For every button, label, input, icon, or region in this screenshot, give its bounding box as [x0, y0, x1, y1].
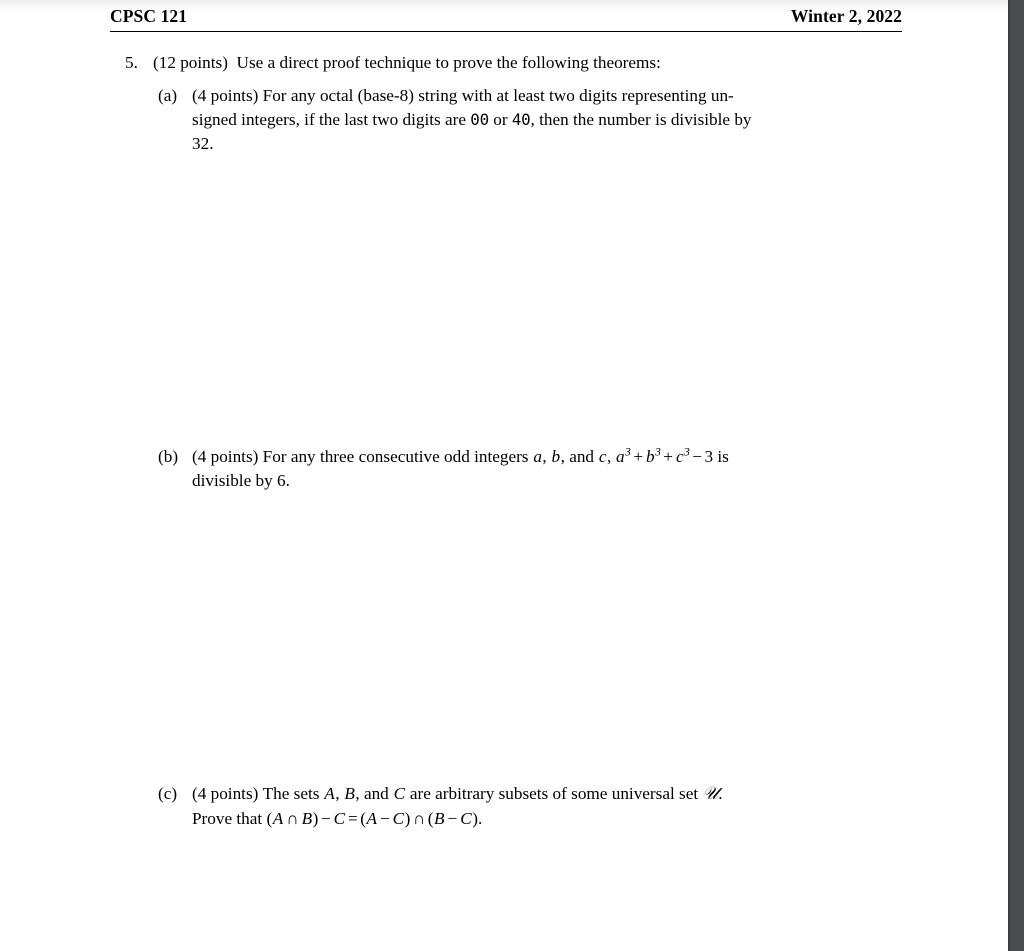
math-exponent-c: 3	[684, 446, 690, 459]
subpart-c-line2: Prove that (A ∩ B) − C = (A − C) ∩ (B − C).	[192, 807, 904, 831]
subpart-b-sep1: ,	[542, 447, 551, 466]
subpart-b-row: (b) (4 points) For any three consecutive…	[158, 445, 904, 493]
subpart-c-period: .	[718, 784, 723, 803]
subpart-a-text: (4 points) For any octal (base-8) string…	[192, 84, 904, 156]
eq-minus-2: −	[379, 808, 390, 828]
subpart-a-line2: signed integers, if the last two digits …	[192, 108, 904, 132]
header-divider-rule	[110, 31, 902, 32]
subpart-c-trail: are arbitrary subsets of some universal …	[405, 784, 703, 803]
math-constant-3: 3	[704, 447, 714, 466]
eq-rhs2-set-B: B	[434, 808, 445, 828]
subpart-a-digits-00: 00	[470, 110, 489, 130]
subpart-c-label: (c)	[158, 784, 178, 803]
subpart-b-lead: For any three consecutive odd integers	[262, 447, 533, 466]
document-page: CPSC 121 Winter 2, 2022 5. (12 points) U…	[0, 0, 1008, 951]
subpart-c-sep1: ,	[335, 784, 344, 803]
header-term-label: Winter 2, 2022	[790, 6, 902, 26]
eq-minus-3: −	[447, 808, 458, 828]
subpart-a-line1: For any octal (base-8) string with at le…	[262, 86, 734, 105]
eq-minus-1: −	[320, 808, 331, 828]
math-plus-2: +	[663, 447, 673, 466]
question-5: 5. (12 points) Use a direct proof techni…	[125, 51, 915, 75]
question-statement: (12 points) Use a direct proof technique…	[153, 51, 915, 75]
subpart-a-row: (a) (4 points) For any octal (base-8) st…	[158, 84, 904, 156]
set-C: C	[393, 784, 406, 803]
subpart-c-lead: The sets	[262, 784, 324, 803]
question-5-row: 5. (12 points) Use a direct proof techni…	[125, 51, 915, 75]
viewer-right-gutter	[1008, 0, 1024, 951]
subpart-a-label: (a)	[158, 86, 178, 105]
question-prompt: Use a direct proof technique to prove th…	[236, 53, 661, 72]
math-exponent-b: 3	[655, 446, 661, 459]
math-term-b: b	[646, 447, 655, 466]
subpart-b-trail: is	[713, 447, 729, 466]
universal-set-symbol: 𝒰	[702, 784, 719, 804]
math-expression-cubes: a3 + b3 + c3−3	[616, 446, 714, 466]
math-exponent-a: 3	[625, 446, 631, 459]
subpart-b-text: (4 points) For any three consecutive odd…	[192, 445, 904, 493]
subpart-b-label: (b)	[158, 447, 179, 466]
answer-space-a	[158, 152, 904, 440]
math-term-a: a	[616, 447, 625, 466]
subpart-b: (b) (4 points) For any three consecutive…	[158, 445, 904, 493]
eq-rhs2-open-paren: (	[427, 808, 434, 828]
math-minus: −	[692, 447, 702, 466]
subpart-b-points: (4 points)	[192, 447, 259, 466]
math-var-c: c	[598, 447, 607, 466]
math-term-c: c	[675, 447, 684, 466]
subpart-a-points: (4 points)	[192, 86, 259, 105]
math-var-a: a	[533, 447, 542, 466]
eq-lhs-set-C: C	[333, 808, 346, 828]
subpart-c-text: (4 points) The sets A, B, and C are arbi…	[192, 782, 904, 831]
subpart-a: (a) (4 points) For any octal (base-8) st…	[158, 84, 904, 156]
question-points: (12 points)	[153, 53, 228, 72]
eq-rhs2-set-C: C	[460, 808, 472, 828]
subpart-b-sep3: ,	[606, 447, 616, 466]
set-equation: (A ∩ B) − C = (A − C) ∩ (B − C).	[266, 809, 482, 828]
eq-period: .	[477, 808, 483, 828]
subpart-c-sep2: , and	[355, 784, 394, 803]
subpart-c: (c) (4 points) The sets A, B, and C are …	[158, 782, 904, 831]
eq-intersection-1: ∩	[286, 808, 299, 828]
question-number: 5.	[125, 53, 138, 72]
subpart-c-prove-prefix: Prove that	[192, 808, 267, 828]
math-var-b: b	[551, 447, 561, 466]
set-B: B	[344, 784, 355, 803]
subpart-a-line2-prefix: signed integers, if the last two digits …	[192, 110, 471, 130]
header-course-code: CPSC 121	[110, 6, 188, 26]
subpart-c-row: (c) (4 points) The sets A, B, and C are …	[158, 782, 904, 831]
eq-rhs1-set-C: C	[392, 808, 405, 828]
eq-equals-sign: =	[348, 808, 358, 828]
eq-rhs1-set-A: A	[366, 808, 377, 828]
eq-intersection-2: ∩	[412, 808, 426, 828]
answer-space-c	[158, 832, 904, 942]
subpart-a-digits-40: 40	[511, 110, 531, 130]
subpart-a-conjunction: or	[488, 110, 512, 130]
eq-lhs-set-A: A	[272, 808, 284, 828]
subpart-c-points: (4 points)	[192, 784, 259, 803]
math-plus-1: +	[633, 447, 644, 466]
page-header: CPSC 121 Winter 2, 2022	[110, 6, 902, 27]
answer-space-b	[158, 493, 904, 777]
subpart-b-sep2: , and	[560, 447, 599, 466]
subpart-b-line2: divisible by 6.	[192, 471, 290, 491]
eq-lhs-set-B: B	[301, 808, 313, 828]
set-A: A	[324, 784, 335, 803]
viewer-gutter-line	[1008, 0, 1010, 951]
subpart-a-line2-suffix: , then the number is divisible by	[530, 110, 752, 130]
